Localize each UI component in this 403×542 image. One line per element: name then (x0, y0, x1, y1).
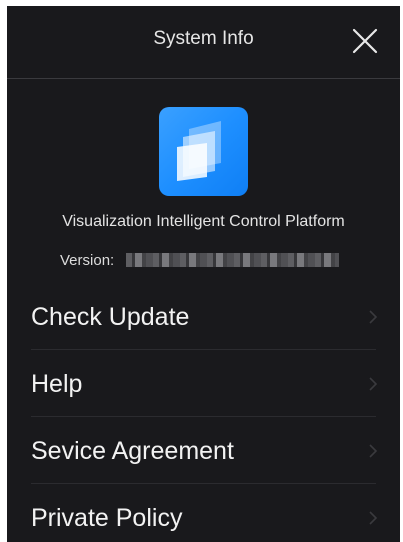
menu-item-label: Private Policy (31, 504, 183, 532)
menu-item-private-policy[interactable]: Private Policy (7, 484, 400, 542)
app-logo-icon (177, 121, 221, 181)
chevron-right-icon (369, 377, 378, 391)
page-title: System Info (153, 28, 254, 49)
chevron-right-icon (369, 511, 378, 525)
chevron-right-icon (369, 444, 378, 458)
close-button[interactable] (348, 24, 382, 58)
version-value-redacted (126, 253, 340, 267)
chevron-right-icon (369, 310, 378, 324)
app-logo (159, 107, 248, 196)
menu-item-check-update[interactable]: Check Update (7, 283, 400, 350)
version-label: Version: (60, 251, 115, 269)
system-info-screen: System Info Visualization Intelligent Co… (7, 6, 400, 542)
menu-item-label: Help (31, 370, 83, 398)
settings-menu: Check Update Help Sevice Agreement Priva… (7, 283, 400, 542)
menu-item-help[interactable]: Help (7, 350, 400, 417)
app-name: Visualization Intelligent Control Platfo… (62, 213, 345, 230)
header-bar: System Info (7, 6, 400, 79)
version-row: Version: (60, 250, 340, 270)
close-icon (352, 28, 378, 54)
menu-item-label: Sevice Agreement (31, 437, 234, 465)
menu-item-label: Check Update (31, 303, 190, 331)
menu-item-service-agreement[interactable]: Sevice Agreement (7, 417, 400, 484)
